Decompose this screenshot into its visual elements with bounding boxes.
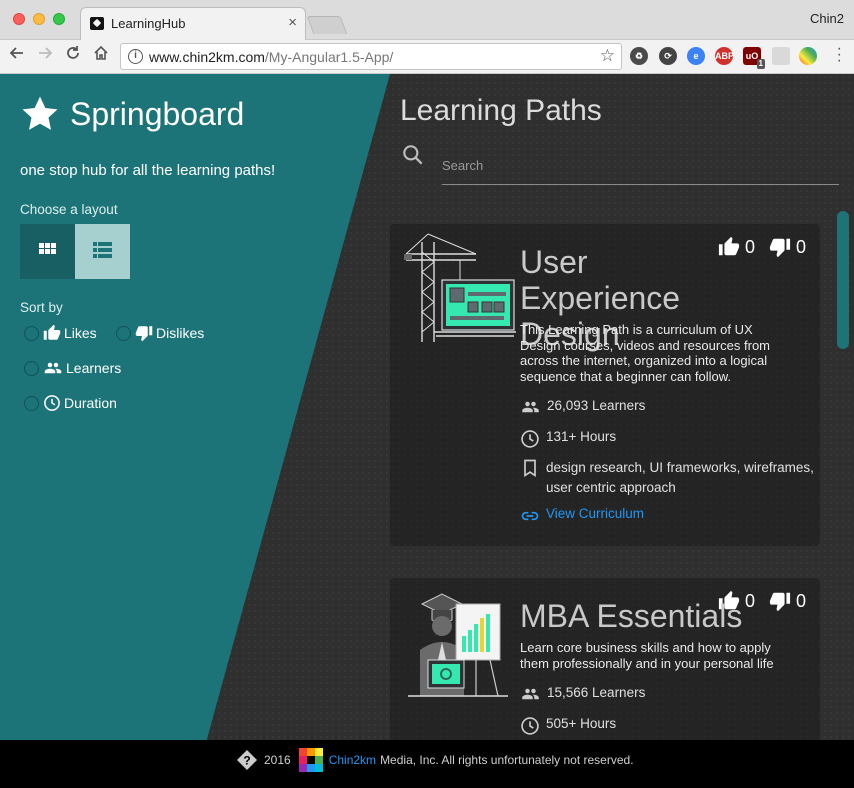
- view-curriculum-link[interactable]: View Curriculum: [520, 506, 644, 526]
- puzzle-icon[interactable]: [772, 47, 790, 65]
- sort-dislikes-label: Dislikes: [156, 325, 205, 341]
- page-content: Springboard one stop hub for all the lea…: [0, 74, 854, 740]
- learning-path-card: 0 0 MBA Essentials Learn core business s…: [390, 578, 820, 740]
- people-icon: [522, 688, 539, 700]
- link-icon: [521, 511, 539, 521]
- footer: ? 2016 Chin2km Media, Inc. All rights un…: [0, 740, 854, 788]
- question-diamond-icon: ?: [237, 750, 257, 770]
- browser-toolbar: i www.chin2km.com/My-Angular1.5-App/ ☆ ♻…: [0, 40, 854, 74]
- chin2km-logo: [298, 748, 323, 772]
- thumbs-down-icon: [769, 238, 791, 258]
- radio-button[interactable]: [24, 395, 39, 411]
- tab-close-icon[interactable]: ×: [288, 14, 297, 31]
- list-layout-button[interactable]: [75, 224, 130, 279]
- sort-likes-label: Likes: [64, 325, 97, 341]
- tab-title: LearningHub: [111, 16, 186, 31]
- graduate-presentation-illustration: [408, 593, 508, 697]
- thumbs-down-icon: [135, 326, 153, 342]
- new-tab-button[interactable]: [306, 16, 348, 34]
- forward-arrow-icon[interactable]: [34, 44, 56, 68]
- svg-text:?: ?: [243, 754, 250, 768]
- radio-button[interactable]: [24, 360, 39, 376]
- maximize-window-button[interactable]: [53, 13, 65, 25]
- layout-label: Choose a layout: [20, 202, 118, 217]
- footer-year: 2016: [264, 753, 291, 767]
- info-icon[interactable]: i: [128, 49, 143, 64]
- sort-learners-option[interactable]: Learners: [24, 359, 121, 377]
- sort-dislikes-option[interactable]: Dislikes: [116, 324, 204, 342]
- brand: Springboard: [20, 94, 244, 134]
- scrollbar-thumb[interactable]: [837, 211, 849, 349]
- sort-likes-option[interactable]: Likes: [24, 324, 97, 342]
- clock-icon: [44, 395, 60, 411]
- sort-learners-label: Learners: [66, 360, 122, 376]
- footer-rights: Media, Inc. All rights unfortunately not…: [380, 753, 634, 767]
- search-icon[interactable]: [400, 142, 426, 168]
- list-icon: [93, 242, 112, 258]
- grid-icon: [39, 243, 56, 254]
- sort-duration-option[interactable]: Duration: [24, 394, 117, 412]
- close-window-button[interactable]: [13, 13, 25, 25]
- footer-brand-link[interactable]: Chin2km: [329, 753, 376, 767]
- recycle-icon[interactable]: ♻: [630, 47, 648, 65]
- radio-button[interactable]: [116, 325, 131, 341]
- tagline: one stop hub for all the learning paths!: [20, 162, 276, 179]
- sort-label: Sort by: [20, 300, 63, 315]
- footer-content: ? 2016 Chin2km Media, Inc. All rights un…: [236, 748, 634, 772]
- dislike-count: 0: [796, 236, 807, 257]
- sort-duration-label: Duration: [64, 395, 117, 411]
- browser-tab[interactable]: LearningHub ×: [80, 7, 306, 40]
- url-text[interactable]: www.chin2km.com/My-Angular1.5-App/: [149, 49, 393, 65]
- learning-path-card: 0 0 User Experience Design This Learning…: [390, 224, 820, 546]
- pinwheel-icon[interactable]: [799, 47, 817, 65]
- adblock-icon[interactable]: ABP: [715, 47, 734, 65]
- duration: 505+ Hours: [520, 716, 616, 736]
- ublock-icon[interactable]: uO 1: [743, 47, 765, 69]
- construction-crane-illustration: [404, 233, 516, 342]
- thumbs-up-icon: [43, 324, 61, 340]
- dislike-button[interactable]: 0: [769, 236, 806, 258]
- home-icon[interactable]: [90, 44, 112, 68]
- card-description: Learn core business skills and how to ap…: [520, 640, 774, 671]
- card-title: MBA Essentials: [520, 598, 743, 634]
- search-input[interactable]: [442, 147, 839, 185]
- learners-count: 15,566 Learners: [520, 685, 645, 703]
- ublock-badge: 1: [756, 59, 765, 69]
- star-icon: [22, 96, 58, 130]
- clock-icon: [521, 717, 539, 735]
- brand-name: Springboard: [70, 95, 245, 132]
- bookmark-icon: [524, 459, 536, 478]
- back-arrow-icon[interactable]: [6, 44, 28, 68]
- radio-button[interactable]: [24, 325, 39, 341]
- ticket-favicon-icon: [90, 17, 104, 30]
- tags: design research, UI frameworks, wirefram…: [520, 458, 816, 498]
- sync-icon[interactable]: ⟳: [659, 47, 677, 65]
- address-bar[interactable]: i www.chin2km.com/My-Angular1.5-App/ ☆: [120, 43, 622, 70]
- people-icon: [44, 362, 62, 374]
- edge-icon[interactable]: e: [687, 47, 705, 65]
- learners-count: 26,093 Learners: [520, 398, 645, 416]
- browser-titlebar: LearningHub × Chin2: [0, 0, 854, 40]
- reload-icon[interactable]: [62, 44, 84, 68]
- browser-menu-icon[interactable]: · · ·: [837, 41, 842, 69]
- bookmark-star-icon[interactable]: ☆: [600, 46, 615, 66]
- card-description: This Learning Path is a curriculum of UX…: [520, 322, 771, 384]
- profile-name[interactable]: Chin2: [810, 11, 844, 26]
- minimize-window-button[interactable]: [33, 13, 45, 25]
- clock-icon: [521, 430, 539, 448]
- grid-layout-button[interactable]: [20, 224, 75, 279]
- people-icon: [522, 401, 539, 413]
- duration: 131+ Hours: [520, 429, 616, 449]
- page-title: Learning Paths: [400, 94, 602, 127]
